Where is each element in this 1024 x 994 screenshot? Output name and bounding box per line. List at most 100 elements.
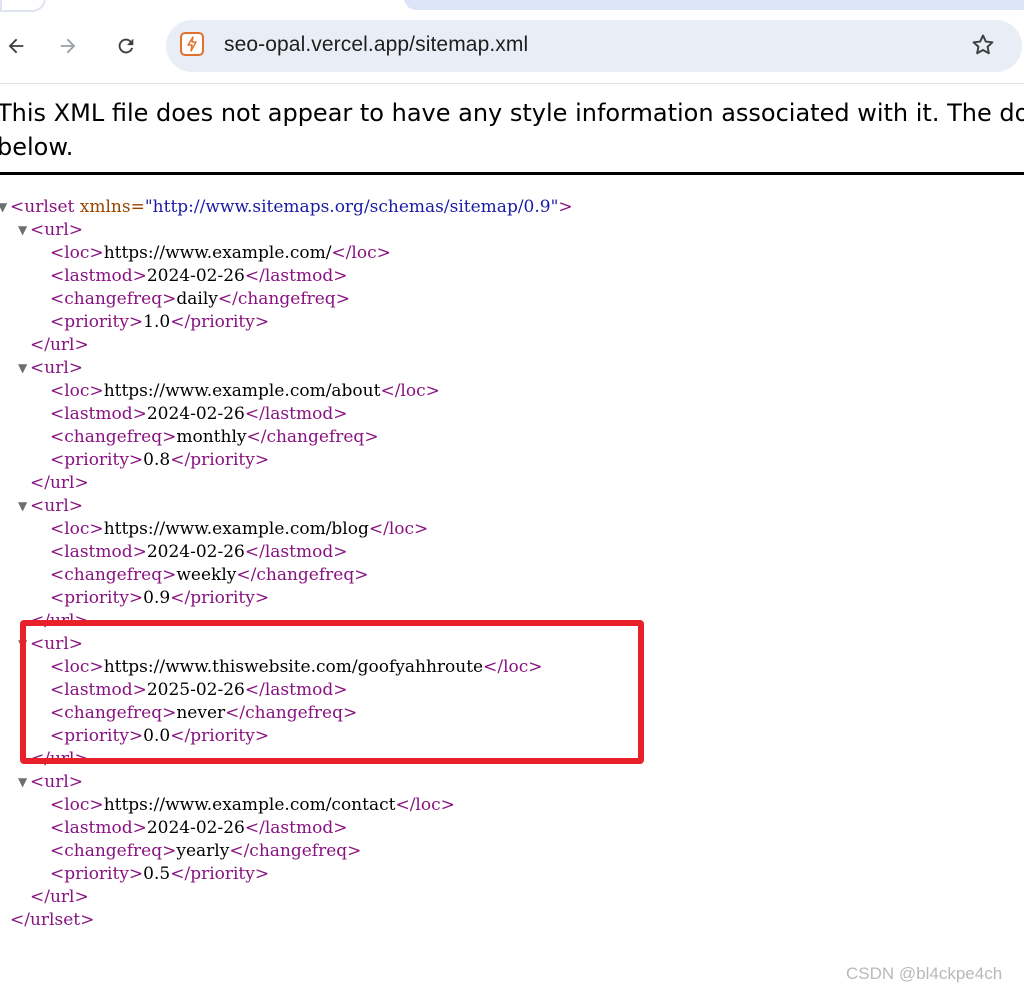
priority-open-tag: <priority> — [50, 864, 144, 884]
priority-value: 0.8 — [143, 450, 171, 470]
url-open-tag: <url> — [30, 771, 83, 794]
changefreq-line: <changefreq>yearly</changefreq> — [50, 840, 361, 863]
priority-close-tag: </priority> — [170, 726, 270, 746]
changefreq-value: daily — [176, 289, 218, 309]
loc-open-tag: <loc> — [50, 795, 104, 815]
lastmod-open-tag: <lastmod> — [50, 818, 147, 838]
lastmod-open-tag: <lastmod> — [50, 680, 147, 700]
url-collapse-toggle[interactable]: ▼ — [18, 223, 27, 237]
url-tag: <url> — [30, 358, 84, 378]
url-close: </url> — [30, 335, 89, 355]
inactive-tab[interactable] — [0, 0, 46, 12]
changefreq-open-tag: <changefreq> — [50, 427, 177, 447]
root-attr-value: "http://www.sitemaps.org/schemas/sitemap… — [144, 197, 559, 217]
arrow-right-icon — [57, 35, 79, 62]
active-tab[interactable] — [404, 0, 1024, 10]
changefreq-line: <changefreq>daily</changefreq> — [50, 288, 350, 311]
lastmod-line: <lastmod>2024-02-26</lastmod> — [50, 541, 347, 564]
lastmod-open-tag: <lastmod> — [50, 404, 147, 424]
url-collapse-toggle[interactable]: ▼ — [18, 637, 27, 651]
changefreq-open-tag: <changefreq> — [50, 565, 177, 585]
lastmod-close-tag: </lastmod> — [244, 680, 348, 700]
lastmod-close-tag: </lastmod> — [244, 818, 348, 838]
lastmod-value: 2024-02-26 — [146, 818, 245, 838]
changefreq-close-tag: </changefreq> — [217, 289, 350, 309]
url-text[interactable]: seo-opal.vercel.app/sitemap.xml — [224, 33, 528, 57]
url-close-tag: </url> — [30, 748, 89, 771]
url-close: </url> — [30, 473, 89, 493]
url-close-tag: </url> — [30, 886, 89, 909]
loc-value: https://www.thiswebsite.com/goofyahhrout… — [103, 657, 484, 677]
url-collapse-toggle[interactable]: ▼ — [18, 775, 27, 789]
priority-line: <priority>1.0</priority> — [50, 311, 269, 334]
lastmod-value: 2024-02-26 — [146, 542, 245, 562]
lastmod-value: 2025-02-26 — [146, 680, 245, 700]
reload-icon — [115, 35, 137, 62]
site-info-icon[interactable] — [180, 32, 204, 56]
changefreq-open-tag: <changefreq> — [50, 703, 177, 723]
url-collapse-toggle[interactable]: ▼ — [18, 361, 27, 375]
lastmod-line: <lastmod>2024-02-26</lastmod> — [50, 265, 347, 288]
loc-open-tag: <loc> — [50, 657, 104, 677]
address-bar[interactable]: seo-opal.vercel.app/sitemap.xml — [166, 20, 1022, 72]
root-close-tag: </urlset> — [10, 910, 95, 930]
xml-root-open: <urlset xmlns="http://www.sitemaps.org/s… — [10, 196, 573, 219]
priority-line: <priority>0.5</priority> — [50, 863, 269, 886]
star-icon[interactable] — [970, 32, 996, 58]
changefreq-line: <changefreq>weekly</changefreq> — [50, 564, 368, 587]
back-button[interactable] — [0, 32, 32, 64]
url-open-tag: <url> — [30, 633, 83, 656]
url-tag: <url> — [30, 772, 84, 792]
changefreq-line: <changefreq>monthly</changefreq> — [50, 426, 379, 449]
root-collapse-toggle[interactable]: ▼ — [0, 200, 7, 214]
loc-close-tag: </loc> — [380, 381, 440, 401]
loc-close-tag: </loc> — [395, 795, 455, 815]
loc-line: <loc>https://www.example.com/contact</lo… — [50, 794, 455, 817]
priority-open-tag: <priority> — [50, 312, 144, 332]
url-close: </url> — [30, 887, 89, 907]
changefreq-open-tag: <changefreq> — [50, 841, 177, 861]
changefreq-value: monthly — [176, 427, 247, 447]
changefreq-value: never — [176, 703, 226, 723]
url-open-tag: <url> — [30, 357, 83, 380]
lastmod-value: 2024-02-26 — [146, 404, 245, 424]
watermark: CSDN @bl4ckpe4ch — [846, 964, 1003, 983]
loc-open-tag: <loc> — [50, 519, 104, 539]
loc-line: <loc>https://www.example.com/about</loc> — [50, 380, 440, 403]
priority-value: 1.0 — [143, 312, 171, 332]
browser-toolbar: seo-opal.vercel.app/sitemap.xml — [0, 12, 1024, 82]
loc-close-tag: </loc> — [368, 519, 429, 539]
loc-value: https://www.example.com/about — [103, 381, 381, 401]
root-attr-name: xmlns= — [79, 197, 145, 217]
url-close-tag: </url> — [30, 610, 89, 633]
loc-close-tag: </loc> — [331, 243, 391, 263]
xml-root-close: </urlset> — [10, 909, 94, 932]
priority-line: <priority>0.9</priority> — [50, 587, 269, 610]
changefreq-close-tag: </changefreq> — [246, 427, 379, 447]
notice-line-1: This XML file does not appear to have an… — [0, 99, 1024, 127]
loc-value: https://www.example.com/contact — [103, 795, 396, 815]
toolbar-divider — [0, 83, 1024, 84]
priority-open-tag: <priority> — [50, 450, 144, 470]
lastmod-close-tag: </lastmod> — [244, 542, 348, 562]
priority-line: <priority>0.0</priority> — [50, 725, 269, 748]
tab-strip — [0, 0, 1024, 12]
priority-line: <priority>0.8</priority> — [50, 449, 269, 472]
url-collapse-toggle[interactable]: ▼ — [18, 499, 27, 513]
notice-line-2: below. — [0, 133, 74, 161]
lastmod-close-tag: </lastmod> — [244, 266, 348, 286]
lastmod-open-tag: <lastmod> — [50, 266, 147, 286]
loc-line: <loc>https://www.example.com/</loc> — [50, 242, 391, 265]
priority-close-tag: </priority> — [170, 864, 270, 884]
lastmod-line: <lastmod>2024-02-26</lastmod> — [50, 817, 347, 840]
changefreq-value: weekly — [176, 565, 237, 585]
lastmod-close-tag: </lastmod> — [244, 404, 348, 424]
reload-button[interactable] — [110, 32, 142, 64]
loc-line: <loc>https://www.thiswebsite.com/goofyah… — [50, 656, 543, 679]
url-tag: <url> — [30, 220, 84, 240]
forward-button[interactable] — [52, 32, 84, 64]
priority-close-tag: </priority> — [170, 588, 270, 608]
loc-value: https://www.example.com/ — [103, 243, 332, 263]
priority-open-tag: <priority> — [50, 726, 144, 746]
priority-close-tag: </priority> — [170, 450, 270, 470]
